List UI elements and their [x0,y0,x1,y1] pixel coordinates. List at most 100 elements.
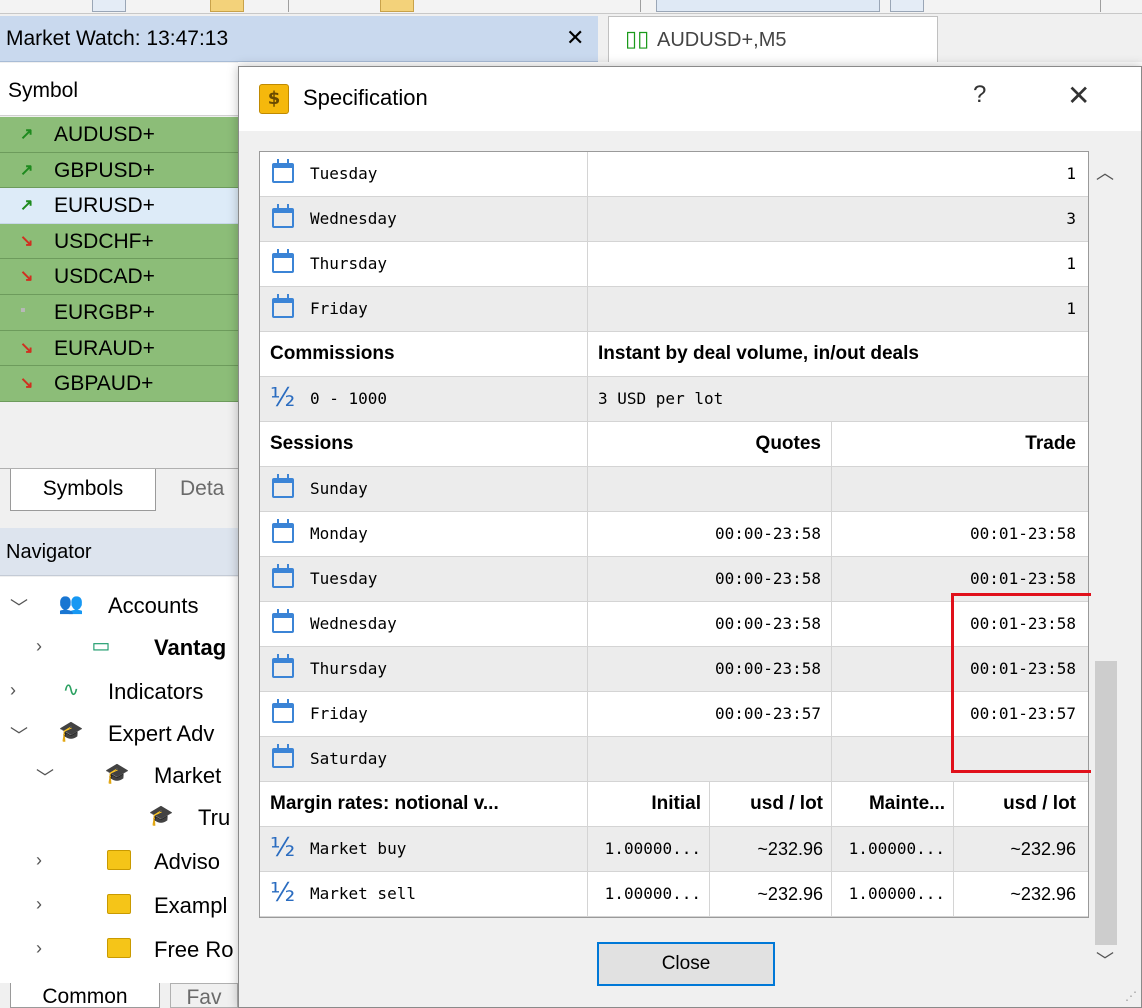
quotes-hours [588,737,832,781]
symbol-row[interactable]: ↘ USDCAD+ [0,259,238,295]
section-label: Sessions [260,422,588,466]
symbol-name: GBPUSD+ [54,158,155,182]
session-row: Wednesday 00:00-23:58 00:01-23:58 [260,602,1088,647]
chevron-down-icon[interactable]: ﹀ [10,722,28,748]
symbol-name: USDCHF+ [54,229,154,253]
session-row: Friday 00:00-23:57 00:01-23:57 [260,692,1088,737]
specification-table: Tuesday 1 Wednesday 3 Thursday 1 Friday 1 Commis… [259,151,1089,918]
symbol-row[interactable]: ↗ GBPUSD+ [0,152,238,189]
specification-table-wrapper: Tuesday 1 Wednesday 3 Thursday 1 Friday 1 Commis… [259,151,1119,981]
session-row: Saturday [260,737,1088,782]
toolbar-separator [288,0,289,12]
help-icon[interactable]: ? [973,81,986,109]
chart-tab-label: AUDUSD+,M5 [657,29,787,51]
day-label: Monday [260,512,588,556]
neutral-icon: ▪ [20,301,26,319]
tab-common[interactable]: Common [10,983,160,1008]
close-icon[interactable]: ✕ [1067,79,1090,112]
symbol-row[interactable]: ↘ EURAUD+ [0,330,238,367]
toolbar-button[interactable] [92,0,126,12]
quotes-hours: 00:00-23:58 [588,602,832,646]
dialog-title: Specification [303,85,428,110]
nav-label: Expert Adv [108,721,215,746]
chevron-right-icon[interactable]: › [36,850,42,871]
session-row: Sunday [260,467,1088,512]
symbol-name: EURAUD+ [54,336,155,360]
chevron-down-icon[interactable]: ﹀ [10,594,28,620]
symbol-name: AUDUSD+ [54,123,155,146]
day-label: Friday [260,287,588,331]
chevron-right-icon[interactable]: › [10,680,16,701]
symbol-row[interactable]: ↘ USDCHF+ [0,223,238,260]
tab-details[interactable]: Deta [180,469,238,511]
tab-favorites[interactable]: Fav [170,983,238,1008]
dialog-titlebar[interactable]: $ Specification ? ✕ [239,67,1141,131]
day-label: Sunday [260,467,588,511]
margin-usd: ~232.96 [710,827,832,871]
chevron-right-icon[interactable]: › [36,938,42,959]
section-label: Margin rates: notional v... [260,782,588,826]
dollar-icon: $ [259,84,289,114]
arrow-down-icon: ↘ [20,339,34,357]
arrow-up-icon: ↗ [20,126,34,143]
symbol-name: GBPAUD+ [54,372,154,396]
chevron-right-icon[interactable]: › [36,636,42,657]
chevron-right-icon[interactable]: › [36,894,42,915]
candlestick-icon: ▯▯ [625,27,650,52]
symbol-name: EURGBP+ [54,300,155,324]
scrollbar[interactable]: ︿ ﹀ [1091,151,1119,981]
nav-label: Market [154,763,222,788]
column-header: Initial [588,782,710,826]
symbol-column-header[interactable]: Symbol [0,63,238,116]
toolbar-separator [1100,0,1101,12]
trade-hours: 00:01-23:58 [970,659,1076,678]
arrow-up-icon: ↗ [20,197,34,215]
server-icon: ▭ [91,635,111,657]
column-header: Trade [1025,433,1076,454]
day-label: Tuesday [260,152,588,196]
toolbar-button[interactable] [210,0,244,12]
session-row: Thursday 00:00-23:58 00:01-23:58 [260,647,1088,692]
close-icon[interactable]: ✕ [566,26,584,51]
day-label: Friday [260,692,588,736]
toolbar-button[interactable] [890,0,924,12]
symbol-row[interactable]: ↗ AUDUSD+ [0,117,238,153]
specification-dialog: $ Specification ? ✕ Tuesday 1 Wednesday 3 Th… [238,66,1142,1008]
table-row: Tuesday 1 [260,152,1088,197]
market-watch-header: Market Watch: 13:47:13 ✕ [0,16,598,62]
quotes-hours: 00:00-23:58 [588,647,832,691]
close-button[interactable]: Close [597,942,775,986]
margin-row: ½ Market buy 1.00000... ~232.96 1.00000... ~2… [260,827,1088,872]
chevron-down-icon[interactable]: ﹀ [36,764,54,790]
trade-hours: 00:01-23:58 [970,569,1076,588]
toolbar-button[interactable] [380,0,414,12]
day-label: Saturday [260,737,588,781]
chart-tab-audusd[interactable]: ▯▯ AUDUSD+,M5 [608,16,938,62]
margin-usd: ~232.96 [1010,839,1076,859]
scrollbar-thumb[interactable] [1095,661,1117,945]
margin-initial: 1.00000... [588,827,710,871]
margin-usd: ~232.96 [710,872,832,916]
trade-hours: 00:01-23:58 [970,614,1076,633]
indicators-icon: ∿ [62,679,80,701]
quotes-hours: 00:00-23:58 [588,557,832,601]
toolbar-button[interactable] [656,0,880,12]
nav-label: Free Ro [154,937,234,962]
tab-symbols[interactable]: Symbols [10,469,156,511]
symbol-row[interactable]: ↗ EURUSD+ [0,188,238,224]
resize-grip-icon[interactable]: ⋰ [1125,989,1139,1003]
swap-value: 1 [1066,299,1076,318]
margin-initial: 1.00000... [588,872,710,916]
scroll-up-icon[interactable]: ︿ [1091,159,1119,184]
commission-range: 0 - 1000 [260,377,588,421]
quotes-hours: 00:00-23:58 [588,512,832,556]
day-label: Tuesday [260,557,588,601]
toolbar [0,0,1142,14]
commission-rate: 3 USD per lot [598,389,724,408]
day-label: Thursday [260,647,588,691]
symbol-row[interactable]: ↘ GBPAUD+ [0,366,238,402]
symbol-row[interactable]: ▪ EURGBP+ [0,294,238,331]
navigator-tree: ﹀ 👥 Accounts › ▭ Vantag › ∿ Indicators ﹀… [0,577,238,983]
nav-label: Indicators [108,679,204,704]
scroll-down-icon[interactable]: ﹀ [1091,947,1119,972]
